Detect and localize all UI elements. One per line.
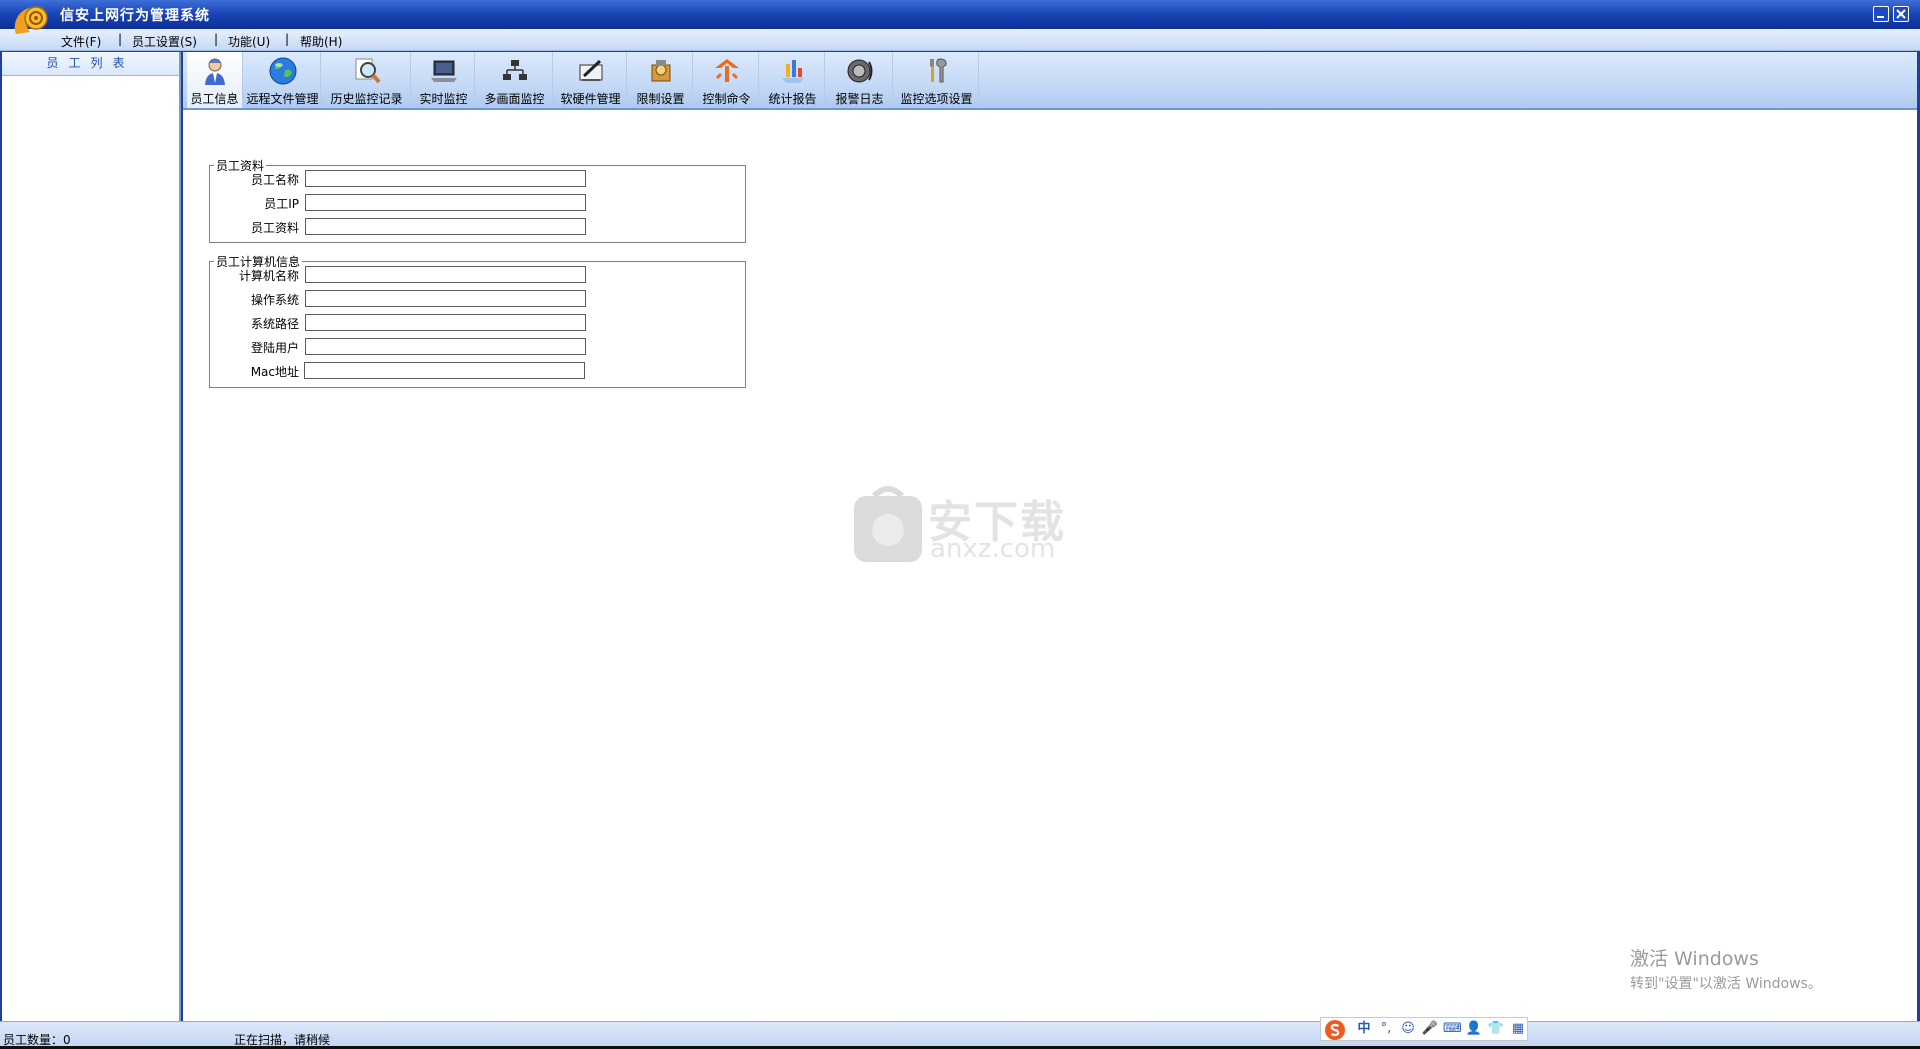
sogou-logo-icon <box>1325 1020 1345 1040</box>
tool-limit-settings[interactable]: 限制设置 <box>629 52 693 108</box>
tool-statistics-report[interactable]: 统计报告 <box>761 52 825 108</box>
activation-subtitle: 转到"设置"以激活 Windows。 <box>1630 976 1822 992</box>
report-icon <box>781 60 804 83</box>
employee-ip-field[interactable] <box>305 194 586 211</box>
tool-label: 控制命令 <box>702 92 751 106</box>
menu-function[interactable]: 功能(U) <box>228 33 270 50</box>
lock-box-icon <box>651 60 670 82</box>
os-label: 操作系统 <box>250 293 299 307</box>
tool-label: 实时监控 <box>419 92 468 106</box>
app-logo-icon <box>14 6 48 34</box>
mac-address-label: Mac地址 <box>250 365 299 379</box>
system-path-label: 系统路径 <box>250 317 299 331</box>
ime-toolbox[interactable]: ▦ <box>1509 1021 1527 1037</box>
speaker-icon <box>847 59 872 83</box>
close-icon <box>1896 9 1906 19</box>
main-content: 员工资料 员工名称 员工IP 员工资料 员工计算机信息 计算机名称 操作系统 系… <box>183 110 1917 1021</box>
employee-profile-row: 员工资料 <box>207 218 607 236</box>
activation-title: 激活 Windows <box>1630 948 1759 970</box>
magnifier-icon <box>355 58 381 84</box>
settings-pen-icon <box>579 59 602 81</box>
employee-profile-label: 员工资料 <box>250 221 299 235</box>
arrows-icon <box>714 59 739 82</box>
menu-separator: | <box>285 32 290 46</box>
employee-list-header: 员工列表 <box>2 52 179 76</box>
computer-name-field[interactable] <box>305 266 586 283</box>
watermark: 安下载 anxz.com <box>852 484 1072 564</box>
window-title: 信安上网行为管理系统 <box>60 8 210 24</box>
shield-icon <box>854 486 922 562</box>
tool-label: 统计报告 <box>768 92 817 106</box>
tool-monitor-options[interactable]: 监控选项设置 <box>895 52 979 108</box>
tool-label: 多画面监控 <box>484 92 545 106</box>
network-icon <box>502 60 527 80</box>
ime-voice[interactable]: 🎤 <box>1421 1021 1439 1037</box>
employee-ip-row: 员工IP <box>207 194 607 212</box>
tool-history-records[interactable]: 历史监控记录 <box>323 52 411 108</box>
tool-label: 监控选项设置 <box>900 92 973 106</box>
ime-punctuation[interactable]: °, <box>1377 1021 1395 1037</box>
tool-multi-screen[interactable]: 多画面监控 <box>477 52 553 108</box>
minimize-button[interactable] <box>1873 6 1889 22</box>
system-path-row: 系统路径 <box>207 314 607 332</box>
ime-user[interactable]: 👤 <box>1465 1021 1483 1037</box>
ime-keyboard[interactable]: ⌨ <box>1443 1021 1462 1037</box>
mac-address-field[interactable] <box>304 362 585 379</box>
login-user-row: 登陆用户 <box>207 338 607 356</box>
employee-list-panel[interactable]: 员工列表 <box>2 52 181 1021</box>
app-window: 信安上网行为管理系统 文件(F) | 员工设置(S) | 功能(U) | 帮助(… <box>0 0 1920 1047</box>
employee-name-label: 员工名称 <box>250 173 299 187</box>
windows-activation-notice: 激活 Windows 转到"设置"以激活 Windows。 <box>1630 944 1822 993</box>
tool-label: 历史监控记录 <box>330 92 403 106</box>
ime-toolbar[interactable]: 中 °, ☺ 🎤 ⌨ 👤 👕 ▦ <box>1320 1017 1528 1041</box>
system-path-field[interactable] <box>305 314 586 331</box>
computer-name-row: 计算机名称 <box>207 266 607 284</box>
menu-bar: 文件(F) | 员工设置(S) | 功能(U) | 帮助(H) <box>0 29 1920 51</box>
menu-separator: | <box>214 32 219 46</box>
menu-separator: | <box>118 32 123 46</box>
login-user-field[interactable] <box>305 338 586 355</box>
globe-icon <box>269 57 296 85</box>
tool-software-hardware[interactable]: 软硬件管理 <box>555 52 627 108</box>
tool-label: 软硬件管理 <box>560 92 621 106</box>
tool-label: 员工信息 <box>190 92 239 106</box>
employee-name-field[interactable] <box>305 170 586 187</box>
login-user-label: 登陆用户 <box>250 341 299 355</box>
employee-name-row: 员工名称 <box>207 170 607 188</box>
os-row: 操作系统 <box>207 290 607 308</box>
close-button[interactable] <box>1893 6 1909 22</box>
employee-ip-label: 员工IP <box>264 197 299 211</box>
menu-employee-settings[interactable]: 员工设置(S) <box>132 33 197 50</box>
menu-file[interactable]: 文件(F) <box>61 33 101 50</box>
tool-label: 报警日志 <box>835 92 884 106</box>
ime-emoji[interactable]: ☺ <box>1399 1021 1417 1037</box>
laptop-icon <box>430 60 457 82</box>
tool-control-command[interactable]: 控制命令 <box>695 52 759 108</box>
ime-chinese-mode[interactable]: 中 <box>1355 1021 1373 1037</box>
status-bar: 员工数量：0 正在扫描，请稍候 <box>0 1021 1920 1047</box>
watermark-en: anxz.com <box>930 534 1056 564</box>
ime-skin[interactable]: 👕 <box>1487 1021 1505 1037</box>
tool-employee-info[interactable]: 员工信息 <box>187 52 243 108</box>
tool-alarm-log[interactable]: 报警日志 <box>827 52 893 108</box>
computer-name-label: 计算机名称 <box>238 269 299 283</box>
tools-icon <box>929 58 947 83</box>
tool-remote-file[interactable]: 远程文件管理 <box>245 52 321 108</box>
os-field[interactable] <box>305 290 586 307</box>
mac-address-row: Mac地址 <box>207 362 607 380</box>
tool-label: 远程文件管理 <box>246 92 319 106</box>
employee-profile-field[interactable] <box>305 218 586 235</box>
minimize-icon <box>1877 16 1884 18</box>
toolbar: 员工信息 远程文件管理 历史监控记录 实时监控 多画面监控 软硬件管理 限制设置… <box>183 52 1917 110</box>
tool-label: 限制设置 <box>636 92 685 106</box>
employee-icon <box>204 58 225 85</box>
menu-help[interactable]: 帮助(H) <box>300 33 342 50</box>
title-bar[interactable]: 信安上网行为管理系统 <box>0 0 1920 29</box>
tool-realtime-monitor[interactable]: 实时监控 <box>413 52 475 108</box>
